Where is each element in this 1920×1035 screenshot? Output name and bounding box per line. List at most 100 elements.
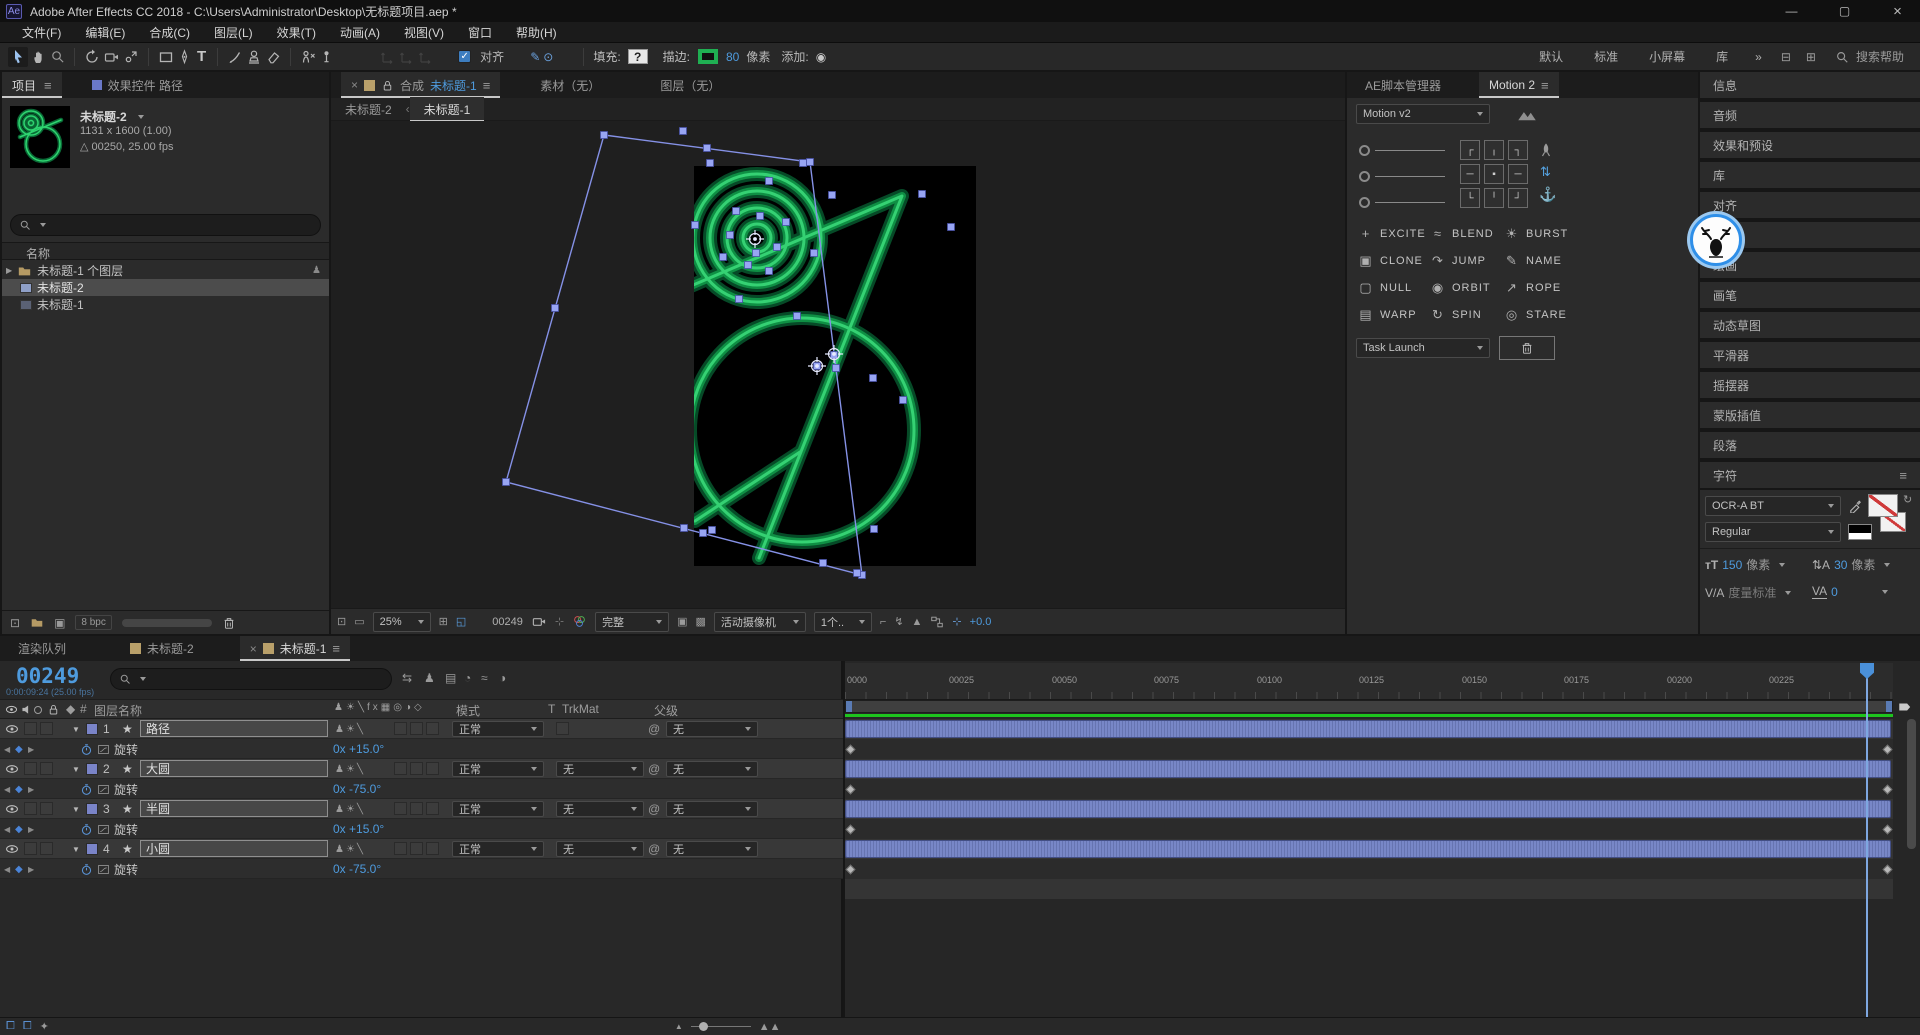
prev-keyframe-icon[interactable]: ◀ [4, 819, 10, 839]
menu-window[interactable]: 窗口 [456, 24, 504, 41]
orbit-button[interactable]: ◉ORBIT [1431, 280, 1491, 296]
bezier-option-icon[interactable]: ✎ [530, 50, 540, 64]
puppet-pin-tool[interactable] [319, 49, 334, 65]
switch-box[interactable] [426, 762, 439, 775]
zoom-slider-knob[interactable] [699, 1022, 708, 1031]
layer-row-3[interactable]: ▼ 3 ★ 半圆 ♟☀╲ 正常 无 @ 无 [0, 799, 843, 819]
always-preview-icon[interactable]: ⊡ [337, 615, 346, 628]
keyframe-toggle-icon[interactable]: ◆ [15, 819, 23, 839]
menu-animation[interactable]: 动画(A) [328, 24, 392, 41]
search-help-icon[interactable] [1825, 50, 1853, 64]
layer-switches[interactable]: ♟☀╲ [335, 719, 365, 739]
fill-swatch[interactable]: ? [628, 49, 648, 64]
switch-box[interactable] [426, 722, 439, 735]
pan-behind-tool[interactable] [123, 49, 139, 65]
axis-mode-local[interactable] [380, 49, 396, 65]
leading-caret[interactable] [1884, 563, 1890, 567]
switch-box[interactable] [394, 762, 407, 775]
warp-button[interactable]: ▤WARP [1359, 307, 1417, 323]
col-layer-name[interactable]: 图层名称 [94, 702, 142, 719]
pickwhip-icon[interactable]: @ [648, 839, 660, 859]
font-style-select[interactable]: Regular [1705, 522, 1841, 542]
font-size-value[interactable]: 150 [1722, 558, 1742, 572]
tab-close-icon[interactable]: × [250, 642, 257, 656]
solo-toggle[interactable] [40, 802, 53, 815]
layer-bar-3[interactable] [845, 800, 1891, 818]
roto-brush-tool[interactable] [300, 49, 316, 65]
tab-timeline-comp2[interactable]: 未标题-2 [120, 640, 204, 657]
panel-mask-interpolation[interactable]: 蒙版插值 [1700, 402, 1920, 430]
flowchart-icon[interactable] [930, 615, 944, 629]
slider-2[interactable] [1359, 170, 1445, 184]
graph-scrollbar[interactable] [1907, 719, 1916, 849]
bw-swatch[interactable] [1848, 524, 1872, 540]
audio-toggle[interactable] [24, 762, 37, 775]
transparency-grid-icon[interactable]: ▩ [695, 615, 705, 628]
switch-box[interactable] [426, 842, 439, 855]
panel-menu-icon[interactable]: ≡ [332, 641, 340, 656]
blend-mode-select[interactable]: 正常 [452, 761, 544, 777]
tab-project[interactable]: 项目 ≡ [2, 72, 62, 98]
graph-icon[interactable] [97, 779, 110, 799]
blend-button[interactable]: ≈BLEND [1431, 226, 1494, 241]
layer-name[interactable]: 路径 [140, 720, 328, 737]
show-snapshot-icon[interactable]: ⊹ [555, 615, 564, 628]
hand-tool[interactable] [31, 49, 47, 65]
time-ruler[interactable]: 0000 00025 00050 00075 00100 00125 00150… [845, 663, 1893, 700]
layer-row-1[interactable]: ▼ 1 ★ 路径 ♟☀╲ 正常 @ 无 [0, 719, 843, 739]
current-frame-display[interactable]: 00249 [16, 664, 79, 688]
expand-arrow-icon[interactable]: ▼ [72, 719, 80, 739]
col-mode[interactable]: 模式 [456, 702, 480, 719]
project-item-thumbnail[interactable] [10, 106, 70, 168]
leading-value[interactable]: 30 [1834, 558, 1847, 572]
panel-menu-icon[interactable]: ≡ [1899, 468, 1907, 483]
graph-icon[interactable] [97, 819, 110, 839]
channels-icon[interactable] [572, 614, 587, 629]
next-keyframe-icon[interactable]: ▶ [28, 859, 34, 879]
trkmat-select[interactable]: 无 [556, 761, 644, 777]
property-row-3[interactable]: ◀ ◆ ▶ 旋转 0x +15.0° [0, 819, 843, 839]
workspace-default[interactable]: 默认 [1525, 48, 1577, 65]
property-name[interactable]: 旋转 [114, 819, 138, 839]
keyframe-toggle-icon[interactable]: ◆ [15, 739, 23, 759]
property-value[interactable]: 0x -75.0° [333, 779, 381, 799]
prev-keyframe-icon[interactable]: ◀ [4, 859, 10, 879]
app-window-icon[interactable]: ⊟ [1775, 50, 1797, 64]
shy-layers-icon[interactable]: ♟ [424, 671, 435, 685]
resolution-select[interactable]: 完整 [595, 612, 669, 632]
deer-badge-icon[interactable] [1690, 214, 1742, 266]
panel-align[interactable]: 对齐 [1700, 192, 1920, 220]
stroke-width-value[interactable]: 80 [726, 50, 739, 64]
panel-wiggler[interactable]: 摇摆器 [1700, 372, 1920, 400]
layer-row-2[interactable]: ▼ 2 ★ 大圆 ♟☀╲ 正常 无 @ 无 [0, 759, 843, 779]
marker-bin-icon[interactable] [1897, 700, 1912, 714]
menu-file[interactable]: 文件(F) [10, 24, 73, 41]
view-layout-select[interactable]: 1个.. [814, 612, 872, 632]
layer-bar-1[interactable] [845, 720, 1891, 738]
layer-name[interactable]: 大圆 [140, 760, 328, 777]
project-item-name[interactable]: 未标题-2 [80, 108, 127, 125]
panel-motion-sketch[interactable]: 动态草图 [1700, 312, 1920, 340]
bpc-label[interactable]: 8 bpc [75, 615, 111, 630]
label-color-chip[interactable] [86, 843, 98, 855]
text-tool[interactable]: T [195, 48, 208, 65]
solo-toggle[interactable] [40, 722, 53, 735]
anchor-bottom-right[interactable]: ┘ [1508, 188, 1528, 208]
project-row-comp2[interactable]: 未标题-2 [2, 279, 329, 296]
next-keyframe-icon[interactable]: ▶ [28, 819, 34, 839]
workspace-small-screen[interactable]: 小屏幕 [1635, 48, 1699, 65]
kerning-caret[interactable] [1785, 591, 1791, 595]
expand-arrow-icon[interactable]: ▼ [72, 839, 80, 859]
parent-select[interactable]: 无 [666, 801, 758, 817]
stare-button[interactable]: ◎STARE [1505, 307, 1567, 323]
font-size-caret[interactable] [1779, 563, 1785, 567]
viewer-canvas[interactable] [331, 121, 1345, 608]
eye-icon[interactable] [5, 799, 19, 819]
graph-icon[interactable] [97, 859, 110, 879]
brush-tool[interactable] [227, 49, 243, 65]
kerning-value[interactable]: 度量标准 [1728, 584, 1776, 601]
magnification-icon[interactable]: ▭ [354, 615, 364, 628]
anchor-mid-left[interactable]: ─ [1460, 164, 1480, 184]
region-of-interest-icon[interactable]: ▣ [677, 615, 687, 628]
jump-button[interactable]: ↷JUMP [1431, 253, 1486, 269]
